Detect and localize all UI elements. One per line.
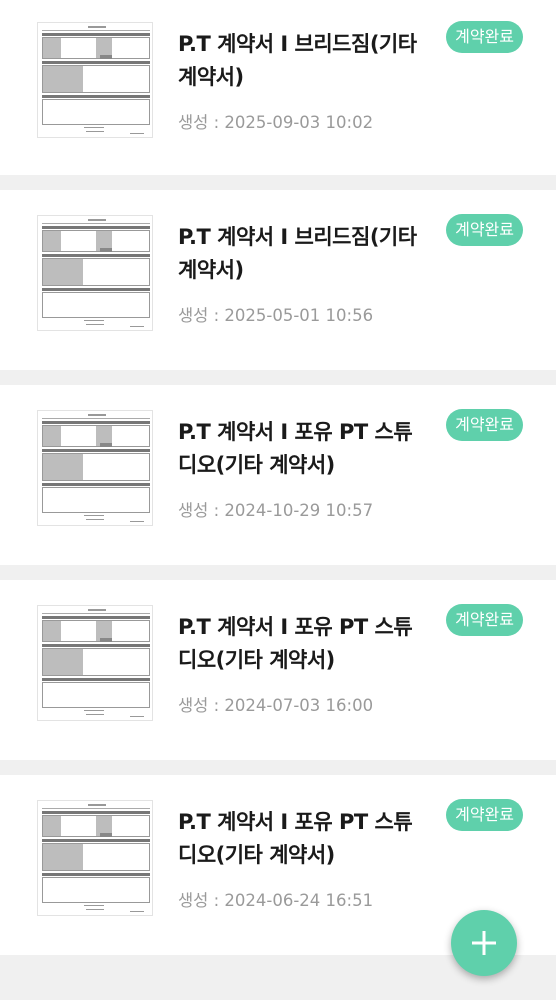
contract-title[interactable]: P.T 계약서 I 포유 PT 스튜디오(기타 계약서) [178, 416, 423, 482]
contract-list: P.T 계약서 I 브리드짐(기타 계약서) 생성 : 2025-09-03 1… [0, 0, 556, 970]
contract-title[interactable]: P.T 계약서 I 포유 PT 스튜디오(기타 계약서) [178, 611, 423, 677]
status-badge: 계약완료 [446, 409, 523, 441]
contract-created-date: 생성 : 2024-10-29 10:57 [178, 501, 374, 520]
contract-title[interactable]: P.T 계약서 I 포유 PT 스튜디오(기타 계약서) [178, 806, 423, 872]
contract-card[interactable]: P.T 계약서 I 포유 PT 스튜디오(기타 계약서) 생성 : 2024-0… [0, 580, 556, 760]
status-badge: 계약완료 [446, 799, 523, 831]
add-contract-button[interactable] [451, 910, 517, 976]
contract-created-date: 생성 : 2025-05-01 10:56 [178, 306, 374, 325]
contract-card[interactable]: P.T 계약서 I 브리드짐(기타 계약서) 생성 : 2025-09-03 1… [0, 0, 556, 175]
contract-title[interactable]: P.T 계약서 I 브리드짐(기타 계약서) [178, 28, 423, 94]
status-badge: 계약완료 [446, 604, 523, 636]
contract-created-date: 생성 : 2024-06-24 16:51 [178, 891, 374, 910]
contract-thumbnail [37, 215, 153, 331]
contract-thumbnail [37, 22, 153, 138]
contract-thumbnail [37, 410, 153, 526]
contract-created-date: 생성 : 2025-09-03 10:02 [178, 113, 374, 132]
contract-card[interactable]: P.T 계약서 I 브리드짐(기타 계약서) 생성 : 2025-05-01 1… [0, 190, 556, 370]
contract-card[interactable]: P.T 계약서 I 포유 PT 스튜디오(기타 계약서) 생성 : 2024-1… [0, 385, 556, 565]
contract-created-date: 생성 : 2024-07-03 16:00 [178, 696, 374, 715]
contract-thumbnail [37, 605, 153, 721]
contract-title[interactable]: P.T 계약서 I 브리드짐(기타 계약서) [178, 221, 423, 287]
status-badge: 계약완료 [446, 214, 523, 246]
status-badge: 계약완료 [446, 21, 523, 53]
contract-thumbnail [37, 800, 153, 916]
plus-icon [472, 931, 496, 955]
